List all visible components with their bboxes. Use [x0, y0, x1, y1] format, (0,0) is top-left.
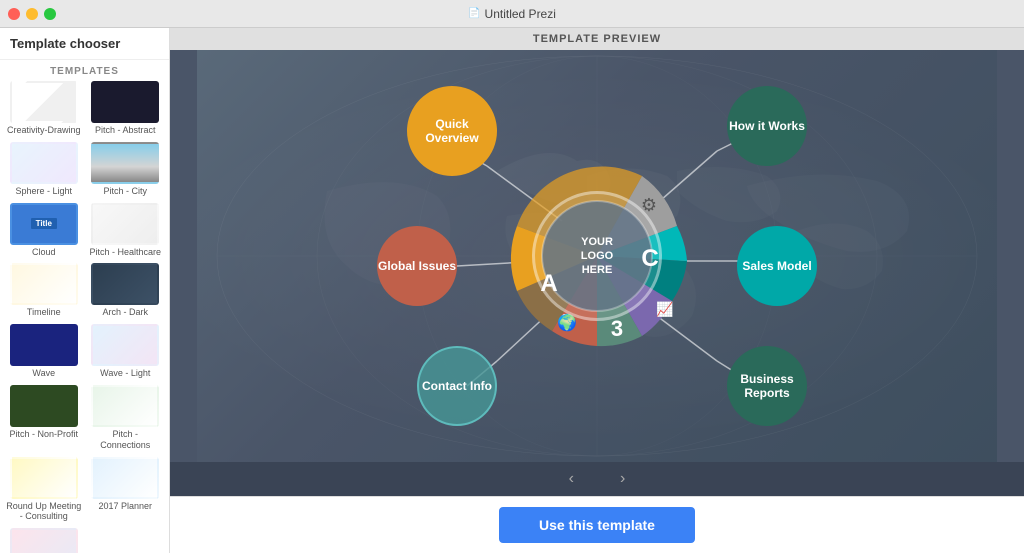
app-title: Template chooser [10, 36, 159, 51]
template-item-sphere-light[interactable]: Sphere - Light [6, 142, 82, 197]
template-item-cloud[interactable]: Title Cloud [6, 203, 82, 258]
template-item-wave-light[interactable]: Wave - Light [88, 324, 164, 379]
template-item-connections[interactable]: Pitch - Connections [88, 385, 164, 451]
template-label-creativity-drawing: Creativity-Drawing [7, 125, 81, 136]
template-thumb-pitch-abstract [91, 81, 159, 123]
nav-bar: ‹ › [170, 462, 1024, 496]
bottom-bar: Use this template [170, 496, 1024, 553]
sidebar-header: Template chooser [0, 28, 169, 60]
template-label-wave: Wave [32, 368, 55, 379]
template-thumb-wave-light [91, 324, 159, 366]
close-button[interactable] [8, 8, 20, 20]
template-thumb-creativity-drawing [10, 81, 78, 123]
template-item-nonprofit[interactable]: Pitch - Non-Profit [6, 385, 82, 451]
templates-label: TEMPLATES [0, 60, 169, 81]
template-label-nonprofit: Pitch - Non-Profit [9, 429, 78, 440]
template-label-pitch-abstract: Pitch - Abstract [95, 125, 156, 136]
template-label-roundup: Round Up Meeting - Consulting [6, 501, 82, 523]
prezi-icon: 📄 [468, 8, 480, 19]
template-thumb-sphere-linear [91, 528, 159, 553]
template-label-wave-light: Wave - Light [100, 368, 150, 379]
use-template-button[interactable]: Use this template [499, 507, 695, 543]
template-thumb-connections [91, 385, 159, 427]
svg-text:📈: 📈 [656, 301, 673, 318]
template-item-pitch-city[interactable]: Pitch - City [88, 142, 164, 197]
template-grid: Creativity-Drawing Pitch - Abstract Sphere… [0, 81, 169, 553]
sales-model-bubble: Sales Model [737, 226, 817, 306]
next-arrow[interactable]: › [612, 468, 633, 490]
business-reports-bubble: Business Reports [727, 346, 807, 426]
template-item-arch-dark[interactable]: Arch - Dark [88, 263, 164, 318]
template-thumb-sphere-light [10, 142, 78, 184]
slide-preview: A C 3 ⚙ 📈 🌍 YOUR [197, 50, 997, 462]
preview-header: TEMPLATE PREVIEW [170, 28, 1024, 50]
quick-overview-bubble: Quick Overview [407, 86, 497, 176]
main-area: Template chooser TEMPLATES Creativity-Dr… [0, 28, 1024, 553]
template-label-arch-dark: Arch - Dark [102, 307, 148, 318]
diagram-container: A C 3 ⚙ 📈 🌍 YOUR [357, 66, 837, 446]
right-panel: TEMPLATE PREVIEW [170, 28, 1024, 553]
template-label-sphere-light: Sphere - Light [15, 186, 72, 197]
template-item-timeline[interactable]: Timeline [6, 263, 82, 318]
template-thumb-pitch-city [91, 142, 159, 184]
template-label-2017planner: 2017 Planner [98, 501, 152, 512]
sidebar: Template chooser TEMPLATES Creativity-Dr… [0, 28, 170, 553]
template-thumb-wave [10, 324, 78, 366]
contact-info-bubble: Contact Info [417, 346, 497, 426]
template-thumb-around-topic [10, 528, 78, 553]
template-thumb-roundup [10, 457, 78, 499]
global-issues-bubble: Global Issues [377, 226, 457, 306]
center-logo: YOUR LOGO HERE [532, 191, 662, 321]
svg-text:3: 3 [611, 316, 623, 341]
template-item-wave[interactable]: Wave [6, 324, 82, 379]
template-item-creativity-drawing[interactable]: Creativity-Drawing [6, 81, 82, 136]
template-item-sphere-linear[interactable]: Sphere Linear - Light [88, 528, 164, 553]
how-it-works-bubble: How it Works [727, 86, 807, 166]
template-item-around-topic[interactable]: Around a Topic [6, 528, 82, 553]
template-thumb-timeline [10, 263, 78, 305]
template-item-roundup[interactable]: Round Up Meeting - Consulting [6, 457, 82, 523]
template-thumb-2017planner [91, 457, 159, 499]
template-thumb-arch-dark [91, 263, 159, 305]
preview-area: A C 3 ⚙ 📈 🌍 YOUR [170, 50, 1024, 462]
template-label-pitch-city: Pitch - City [103, 186, 147, 197]
template-label-connections: Pitch - Connections [88, 429, 164, 451]
template-item-2017planner[interactable]: 2017 Planner [88, 457, 164, 523]
prev-arrow[interactable]: ‹ [561, 468, 582, 490]
window-title: 📄 Untitled Prezi [468, 7, 556, 21]
template-item-pitch-healthcare[interactable]: Pitch - Healthcare [88, 203, 164, 258]
minimize-button[interactable] [26, 8, 38, 20]
template-label-pitch-healthcare: Pitch - Healthcare [89, 247, 161, 258]
template-label-cloud: Cloud [32, 247, 56, 258]
title-bar: 📄 Untitled Prezi [0, 0, 1024, 28]
template-label-timeline: Timeline [27, 307, 61, 318]
template-thumb-cloud: Title [10, 203, 78, 245]
template-thumb-nonprofit [10, 385, 78, 427]
template-item-pitch-abstract[interactable]: Pitch - Abstract [88, 81, 164, 136]
maximize-button[interactable] [44, 8, 56, 20]
template-thumb-pitch-healthcare [91, 203, 159, 245]
